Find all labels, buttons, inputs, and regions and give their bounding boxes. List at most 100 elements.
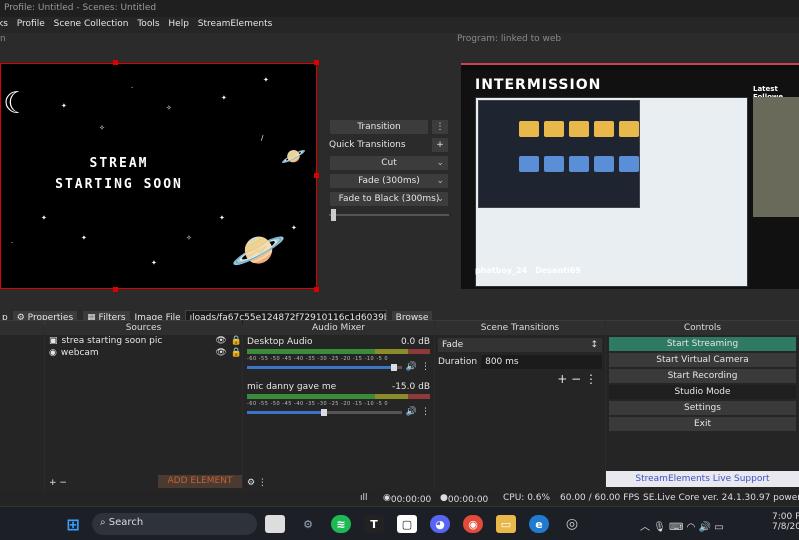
star-icon: ✦ <box>291 224 297 232</box>
inbox-icon[interactable]: ▢ <box>397 515 417 533</box>
menu-item-tools[interactable]: Tools <box>137 19 159 29</box>
preview-label: n <box>0 34 6 44</box>
chevron-updown-icon: ↕ <box>590 340 598 350</box>
star-icon: ✦ <box>263 76 269 84</box>
system-tray[interactable]: ︿ 🎙 ⌨ ◠ 🔊 ▭ <box>640 518 724 533</box>
version-text: SE.Live Core ver. 24.1.30.97 powered by <box>643 493 799 503</box>
start-virtual-camera-button[interactable]: Start Virtual Camera <box>609 353 796 367</box>
star-icon: / <box>261 134 264 142</box>
menu-item-tools-partial[interactable]: ks <box>0 19 8 29</box>
windows-start-icon[interactable]: ⊞ <box>63 515 83 534</box>
add-source-icon[interactable]: + − <box>49 478 67 488</box>
resize-handle[interactable] <box>314 173 319 178</box>
start-streaming-button[interactable]: Start Streaming <box>609 337 796 351</box>
file-explorer-icon[interactable]: ▭ <box>496 515 516 533</box>
star-icon: · <box>11 239 14 247</box>
source-item[interactable]: ▣ strea starting soon pic 👁 🔒 <box>45 335 242 347</box>
eye-icon[interactable]: 👁 <box>215 348 226 358</box>
quick-transition-cut[interactable]: Cut ⌄ <box>329 155 449 171</box>
mixer-settings-icon[interactable]: ⚙ ⋮ <box>247 478 267 488</box>
lock-icon[interactable]: 🔒 <box>231 336 242 346</box>
studio-mode-button[interactable]: Studio Mode <box>609 385 796 399</box>
resize-handle[interactable] <box>113 287 118 292</box>
sources-panel: Sources ▣ strea starting soon pic 👁 🔒 ◉ w… <box>45 320 242 491</box>
resize-handle[interactable] <box>314 287 319 292</box>
record-time: ● 00:00:00 <box>440 493 489 505</box>
settings-icon[interactable]: ⚙ <box>298 515 318 533</box>
duration-label: Duration <box>438 357 478 367</box>
quick-transition-fade[interactable]: Fade (300ms) ⌄ <box>329 173 449 189</box>
menu-item-profile[interactable]: Profile <box>17 19 45 29</box>
task-view-icon[interactable] <box>265 515 285 533</box>
preview-canvas[interactable]: ☾ ✦ ✦ ✧ · ✦ ✧ ✦ · ✦ ✦ ✧ ✦ ✦ / 🪐 🪐 STREAM… <box>0 63 317 289</box>
chrome-icon[interactable]: ◉ <box>463 515 483 533</box>
add-element-button[interactable]: ADD ELEMENT <box>158 475 242 488</box>
menu-bar: ks Profile Scene Collection Tools Help S… <box>0 17 799 33</box>
controls-header: Controls <box>606 321 799 335</box>
star-icon: ✦ <box>41 214 47 222</box>
eye-icon[interactable]: 👁 <box>215 336 226 346</box>
star-icon: ✦ <box>81 234 87 242</box>
exit-button[interactable]: Exit <box>609 417 796 431</box>
volume-slider[interactable] <box>247 363 402 371</box>
chevron-down-icon: ⌄ <box>436 194 444 204</box>
t-bar-slider[interactable] <box>329 209 449 221</box>
webcam-feed <box>753 97 799 217</box>
star-icon: ✦ <box>221 94 227 102</box>
sources-header: Sources <box>45 321 242 335</box>
spotify-icon[interactable]: ≋ <box>331 515 351 533</box>
transition-panel: Transition ⋮ Quick Transitions + Cut ⌄ Fa… <box>329 119 449 221</box>
add-quick-transition-button[interactable]: + <box>431 137 449 153</box>
chevron-down-icon: ⌄ <box>436 176 444 186</box>
transition-add-remove[interactable]: + − ⋮ <box>435 372 605 386</box>
file-explorer-window <box>478 100 640 208</box>
settings-button[interactable]: Settings <box>609 401 796 415</box>
resize-handle[interactable] <box>113 60 118 65</box>
edge-icon[interactable]: e <box>529 515 549 533</box>
menu-icon[interactable]: ⋮ <box>421 407 430 417</box>
source-item[interactable]: ◉ webcam 👁 🔒 <box>45 347 242 359</box>
preview-title-line1: STREAM <box>89 156 149 171</box>
menu-item-streamelements[interactable]: StreamElements <box>198 19 273 29</box>
controls-panel: Controls Start Streaming Start Virtual C… <box>606 320 799 491</box>
star-icon: · <box>131 84 134 92</box>
clock[interactable]: 7:00 P 7/8/20 <box>772 512 799 532</box>
status-bar: ıll ◉ 00:00:00 ● 00:00:00 CPU: 0.6% 60.0… <box>0 491 799 506</box>
tidal-icon[interactable]: T <box>364 515 384 533</box>
quick-transition-fade-black[interactable]: Fade to Black (300ms) ⌄ <box>329 191 449 207</box>
discord-icon[interactable]: ◕ <box>430 515 450 533</box>
fps-readout: 60.00 / 60.00 FPS <box>560 493 640 503</box>
resize-handle[interactable] <box>314 60 319 65</box>
captured-screen <box>475 97 748 287</box>
scene-transitions-panel: Scene Transitions Fade ↕ Duration 800 ms … <box>435 320 605 491</box>
stream-time: ◉ 00:00:00 <box>383 493 432 505</box>
lock-icon[interactable]: 🔒 <box>231 348 242 358</box>
menu-item-scene-collection[interactable]: Scene Collection <box>54 19 129 29</box>
star-icon: ✦ <box>219 214 225 222</box>
transition-menu-button[interactable]: ⋮ <box>431 119 449 135</box>
camera-icon: ◉ <box>49 348 57 358</box>
star-icon: ✦ <box>61 102 67 110</box>
transition-select[interactable]: Fade ↕ <box>438 338 602 352</box>
menu-icon[interactable]: ⋮ <box>421 362 430 372</box>
start-recording-button[interactable]: Start Recording <box>609 369 796 383</box>
transition-button[interactable]: Transition <box>329 119 429 135</box>
star-icon: ✧ <box>166 104 172 112</box>
moon-icon: ☾ <box>3 86 30 121</box>
taskbar: ⊞ ⌕ Search ⚙ ≋ T ▢ ◕ ◉ ▭ e ◎ ︿ 🎙 ⌨ ◠ 🔊 ▭… <box>0 506 799 540</box>
program-top-bar <box>461 63 799 70</box>
speaker-icon[interactable]: 🔊 <box>406 407 417 417</box>
window-title: Profile: Untitled - Scenes: Untitled <box>0 0 799 17</box>
taskbar-search[interactable]: ⌕ Search <box>92 513 257 535</box>
menu-item-help[interactable]: Help <box>168 19 189 29</box>
cpu-usage: CPU: 0.6% <box>503 493 551 503</box>
mixer-channel: mic danny gave me -15.0 dB -60 -55 -50 -4… <box>247 382 430 417</box>
live-support-button[interactable]: StreamElements Live Support <box>606 471 799 487</box>
volume-slider[interactable] <box>247 408 402 416</box>
audio-mixer-header: Audio Mixer <box>243 321 434 335</box>
social-handles: phatboy_24 Desanti69 <box>475 266 581 275</box>
obs-icon[interactable]: ◎ <box>562 515 582 533</box>
chevron-down-icon: ⌄ <box>436 158 444 168</box>
speaker-icon[interactable]: 🔊 <box>406 362 417 372</box>
duration-input[interactable]: 800 ms <box>481 355 602 369</box>
